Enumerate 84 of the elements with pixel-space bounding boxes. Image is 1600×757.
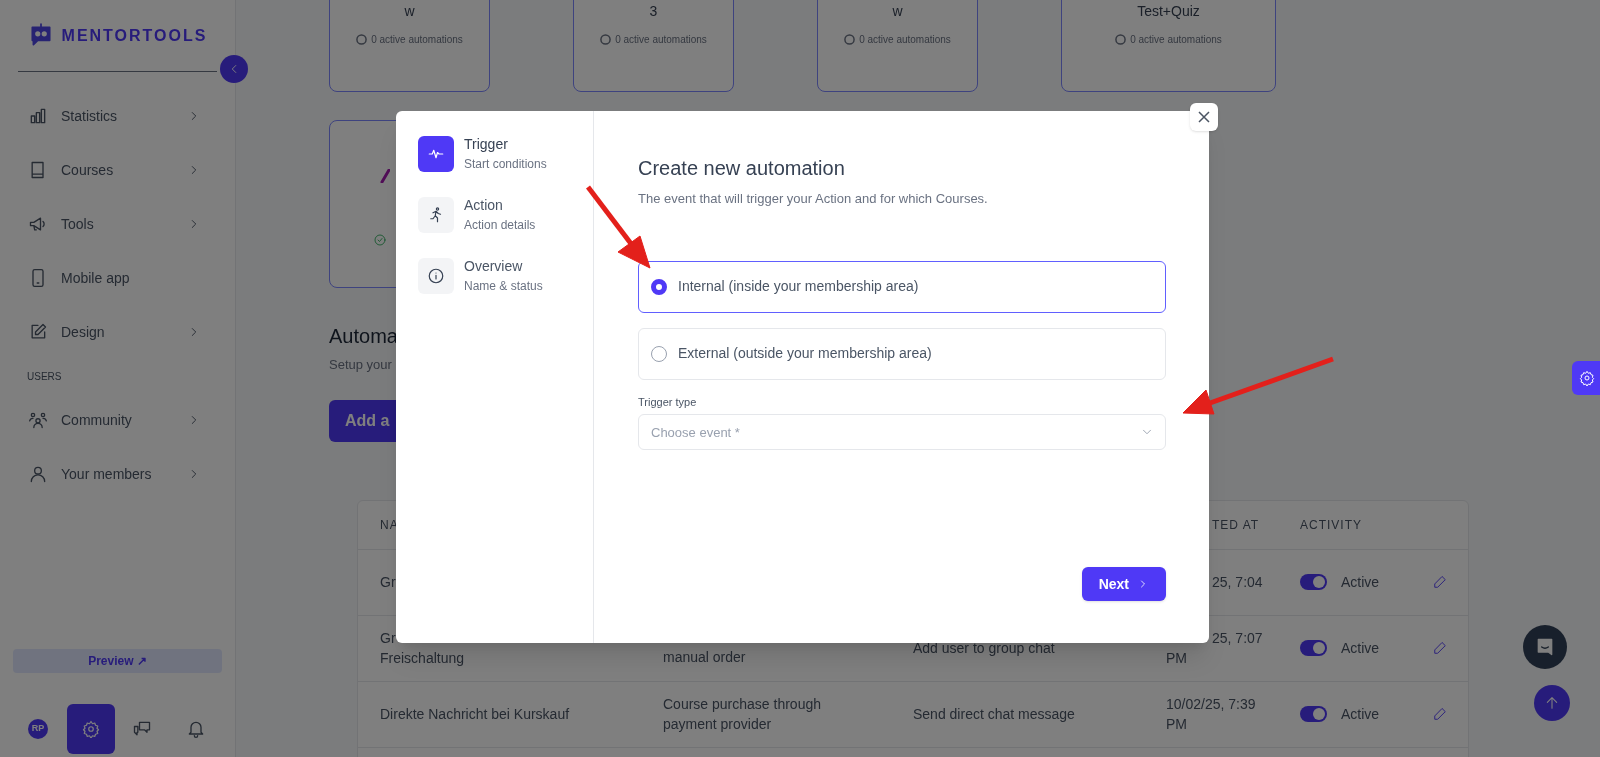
table-cell-text: 25, 7:07 PM: [1166, 629, 1263, 668]
modal-subtitle: The event that will trigger your Action and for which Courses.: [638, 190, 989, 208]
sidebar-item[interactable]: Statistics: [0, 89, 235, 143]
pencil-icon: [1433, 641, 1447, 655]
circle-icon: [356, 34, 368, 45]
settings-button[interactable]: [67, 703, 115, 754]
sidebar-item[interactable]: Your members: [0, 447, 235, 501]
status-label: Active: [1341, 638, 1380, 658]
scroll-top-button[interactable]: [1534, 685, 1570, 721]
preview-button[interactable]: Preview ↗: [13, 649, 222, 673]
table-cell-text: Course purchase through payment provider: [663, 695, 821, 734]
close-icon: [1198, 111, 1210, 123]
section-title: Automa: [329, 324, 398, 349]
next-button[interactable]: Next: [1081, 567, 1166, 601]
card-status: 0 active automations: [615, 33, 707, 47]
column-header: TED AT: [1212, 517, 1260, 532]
radio-option[interactable]: Internal (inside your membership area): [638, 260, 1166, 313]
settings-tab[interactable]: [1572, 361, 1600, 395]
sidebar-item[interactable]: Mobile app: [0, 251, 235, 305]
circle-icon: [844, 34, 856, 45]
step-title: Trigger: [464, 135, 509, 154]
sidebar-item[interactable]: Community: [0, 393, 235, 447]
table-cell-text: manual order: [663, 647, 746, 667]
automation-card[interactable]: 3 0 active automations: [573, 0, 734, 92]
card-status: 0 active automations: [371, 33, 463, 47]
circle-icon: [1115, 34, 1127, 45]
table-cell-text: Gr Freischaltung: [380, 629, 465, 668]
step-title: Overview: [464, 257, 524, 276]
sidebar-item[interactable]: Courses: [0, 143, 235, 197]
toggle-switch[interactable]: [1300, 706, 1327, 722]
card-status: 0 active automations: [859, 33, 951, 47]
logo-text: MENTORTOOLS: [61, 25, 208, 46]
status-label: Active: [1341, 704, 1380, 724]
chat-icon: [1535, 637, 1555, 657]
card-status: 0 active automations: [1130, 33, 1222, 47]
edit-button[interactable]: [1433, 707, 1447, 721]
step-subtitle: Start conditions: [464, 156, 547, 173]
table-cell-text: 25, 7:04: [1211, 573, 1263, 592]
add-button[interactable]: Add a: [329, 399, 396, 442]
field-label: Trigger type: [638, 394, 698, 410]
toggle-switch[interactable]: [1300, 574, 1327, 590]
people-icon: [28, 410, 48, 430]
automation-card[interactable]: w 0 active automations: [817, 0, 978, 92]
step-subtitle: Name & status: [464, 278, 543, 295]
status-label: Active: [1341, 572, 1380, 592]
sidebar-item[interactable]: Tools: [0, 197, 235, 251]
chat-launcher-button[interactable]: [1523, 625, 1567, 669]
step-item[interactable]: Trigger Start conditions: [418, 134, 593, 173]
modal-title: Create new automation: [638, 156, 846, 181]
toggle-switch[interactable]: [1300, 640, 1327, 656]
arrow-up-icon: [1544, 695, 1560, 711]
bar-chart-icon: [28, 106, 48, 126]
table-cell-text: Send direct chat message: [913, 705, 1075, 724]
table-cell-text: Gr: [380, 573, 396, 592]
check-circle-icon: [374, 234, 386, 246]
table-cell-text: Add user to group chat: [913, 639, 1055, 658]
section-label: USERS: [26, 370, 63, 384]
table-cell-text: Direkte Nachricht bei Kurskauf: [380, 705, 570, 724]
edit-button[interactable]: [1433, 575, 1447, 589]
avatar[interactable]: RP: [28, 718, 48, 739]
settings-icon: [1579, 370, 1595, 386]
person-icon: [28, 464, 48, 484]
radio-option[interactable]: External (outside your membership area): [638, 327, 1166, 380]
collapse-button[interactable]: [220, 55, 248, 83]
radio-button[interactable]: [651, 278, 667, 295]
section-subtitle: Setup your: [329, 356, 392, 374]
close-button[interactable]: [1190, 103, 1218, 131]
select-field[interactable]: Choose event *: [638, 414, 1166, 450]
circle-icon: [600, 34, 612, 45]
step-item[interactable]: Action Action details: [418, 195, 593, 234]
column-header: ACTIVITY: [1300, 517, 1362, 532]
pencil-icon: [1433, 575, 1447, 589]
step-item[interactable]: Overview Name & status: [418, 256, 593, 295]
automation-card[interactable]: w 0 active automations: [329, 0, 490, 92]
automation-card[interactable]: Test+Quiz 0 active automations: [1061, 0, 1276, 92]
pencil-icon: [1433, 707, 1447, 721]
settings-icon: [82, 719, 100, 738]
sidebar-item[interactable]: Design: [0, 305, 235, 359]
edit-button[interactable]: [1433, 641, 1447, 655]
step-title: Action: [464, 196, 504, 215]
info-icon: [427, 266, 445, 285]
slash-mark-icon: [380, 169, 390, 183]
step-subtitle: Action details: [464, 217, 536, 234]
table-cell-text: 10/02/25, 7:39 PM: [1166, 695, 1256, 734]
